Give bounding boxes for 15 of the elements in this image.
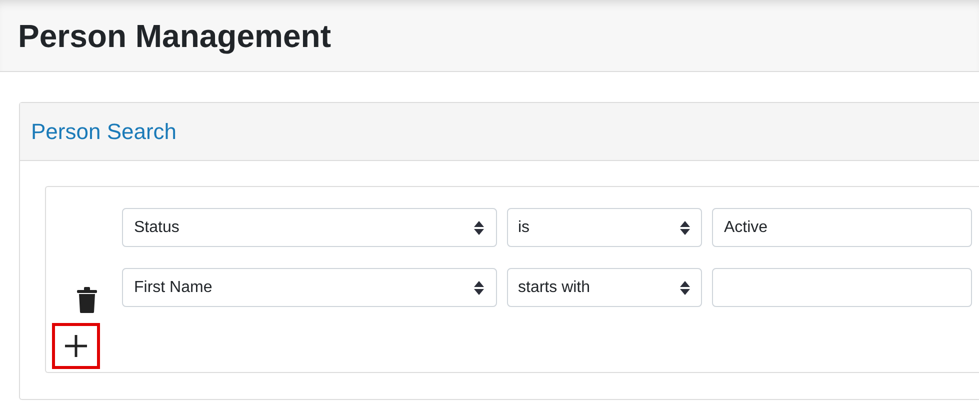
field-select[interactable]: First Name [122, 268, 497, 307]
value-field[interactable]: Active [712, 208, 972, 247]
value-field[interactable] [712, 268, 972, 307]
sort-arrows-icon [473, 220, 485, 236]
trash-icon[interactable] [77, 287, 97, 313]
sort-arrows-icon [679, 280, 691, 296]
sort-arrows-icon [473, 280, 485, 296]
operator-select[interactable]: starts with [507, 268, 702, 307]
plus-icon [65, 335, 87, 357]
field-select[interactable]: Status [122, 208, 497, 247]
operator-select[interactable]: is [507, 208, 702, 247]
page-title: Person Management [18, 20, 331, 52]
sort-arrows-icon [679, 220, 691, 236]
add-button[interactable] [52, 323, 100, 369]
panel-title: Person Search [31, 118, 177, 146]
